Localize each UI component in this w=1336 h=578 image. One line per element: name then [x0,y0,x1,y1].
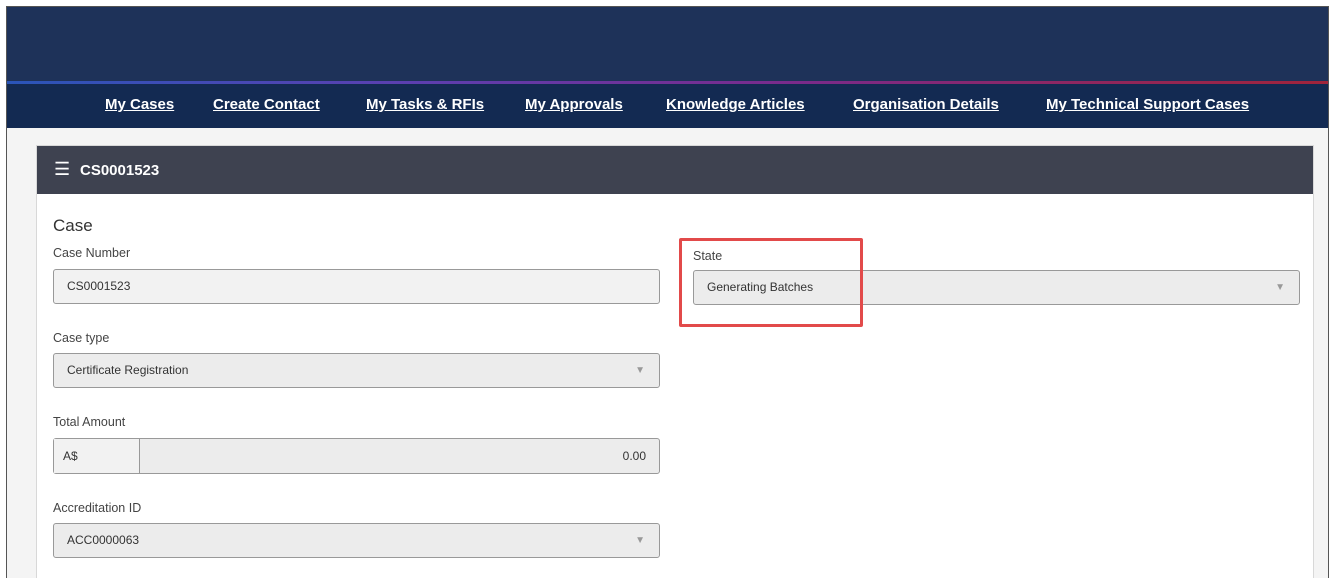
nav-create-contact[interactable]: Create Contact [213,96,320,113]
state-highlight-box [679,238,863,327]
nav-knowledge-articles[interactable]: Knowledge Articles [666,96,805,113]
total-amount-field[interactable]: A$ 0.00 [53,438,660,474]
nav-my-approvals[interactable]: My Approvals [525,96,623,113]
top-banner [7,7,1328,82]
case-type-value: Certificate Registration [67,363,189,377]
caret-down-icon: ▼ [635,365,645,376]
nav-my-technical-support-cases[interactable]: My Technical Support Cases [1046,96,1249,113]
case-header-id: CS0001523 [80,162,160,179]
case-number-value: CS0001523 [67,279,131,293]
accreditation-id-value: ACC0000063 [67,533,140,547]
case-card: ☰ CS0001523 Case Case Number CS0001523 C… [36,145,1314,578]
case-type-select[interactable]: Certificate Registration ▼ [53,353,660,388]
content-area: ☰ CS0001523 Case Case Number CS0001523 C… [7,128,1328,578]
case-number-field[interactable]: CS0001523 [53,269,660,304]
nav-organisation-details[interactable]: Organisation Details [853,96,999,113]
accreditation-id-select[interactable]: ACC0000063 ▼ [53,523,660,558]
amount-value: 0.00 [622,449,646,463]
case-type-label: Case type [53,331,110,345]
case-number-label: Case Number [53,246,131,260]
accreditation-id-label: Accreditation ID [53,501,142,515]
main-nav: My Cases Create Contact My Tasks & RFIs … [7,84,1328,128]
app-frame: My Cases Create Contact My Tasks & RFIs … [6,6,1329,578]
caret-down-icon: ▼ [635,535,645,546]
nav-my-cases[interactable]: My Cases [105,96,174,113]
nav-my-tasks-rfis[interactable]: My Tasks & RFIs [366,96,484,113]
total-amount-label: Total Amount [53,415,126,429]
caret-down-icon: ▼ [1275,282,1285,293]
case-card-header: ☰ CS0001523 [37,146,1313,194]
section-title: Case [53,216,93,235]
hamburger-icon[interactable]: ☰ [54,160,70,178]
currency-prefix: A$ [54,439,140,473]
